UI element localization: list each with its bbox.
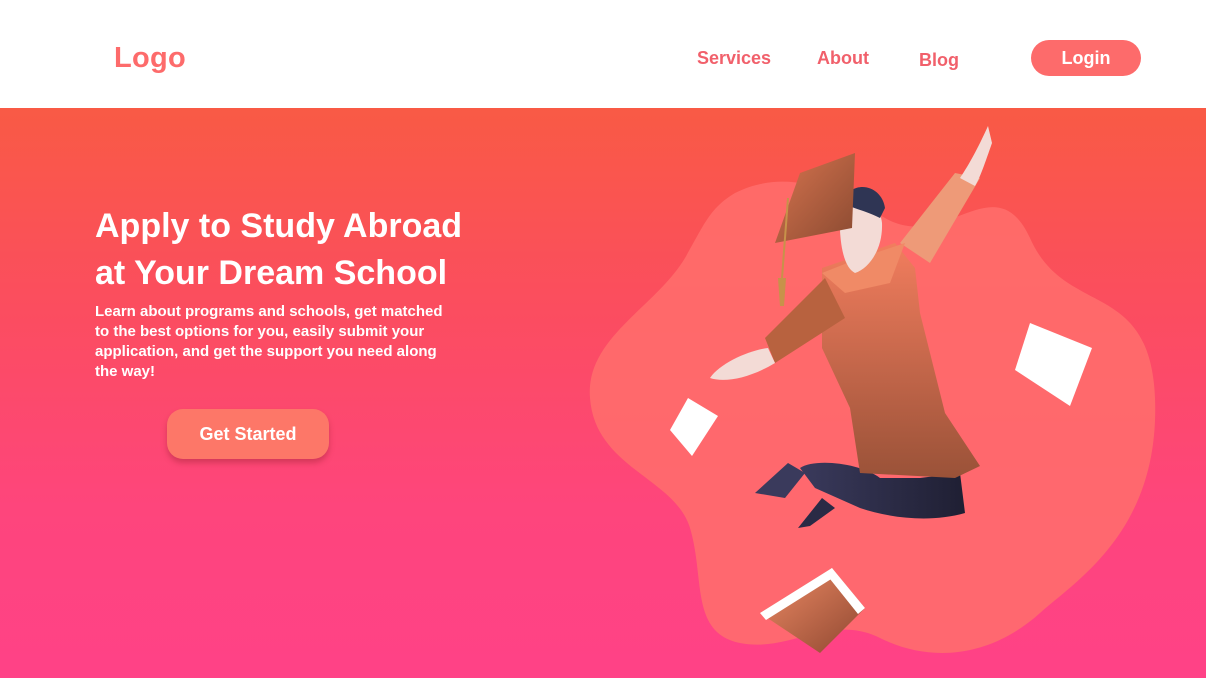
login-button[interactable]: Login (1031, 40, 1141, 76)
hero-description: Learn about programs and schools, get ma… (95, 303, 443, 380)
nav-link-blog[interactable]: Blog (919, 50, 959, 71)
nav-link-services[interactable]: Services (697, 48, 771, 69)
logo[interactable]: Logo (114, 42, 186, 75)
get-started-button[interactable]: Get Started (167, 409, 329, 459)
hero-title-line-1: Apply to Study Abroad (95, 207, 463, 245)
hero-section: Apply to Study Abroad at Your Dream Scho… (0, 108, 1206, 678)
hero-title: Apply to Study Abroad at Your Dream Scho… (95, 203, 515, 297)
graduate-jumping-illustration (589, 126, 1156, 653)
site-header: Logo Services About Blog Login (0, 0, 1206, 108)
hero-title-line-2: at Your Dream School (95, 254, 448, 292)
nav-link-about[interactable]: About (817, 48, 869, 69)
